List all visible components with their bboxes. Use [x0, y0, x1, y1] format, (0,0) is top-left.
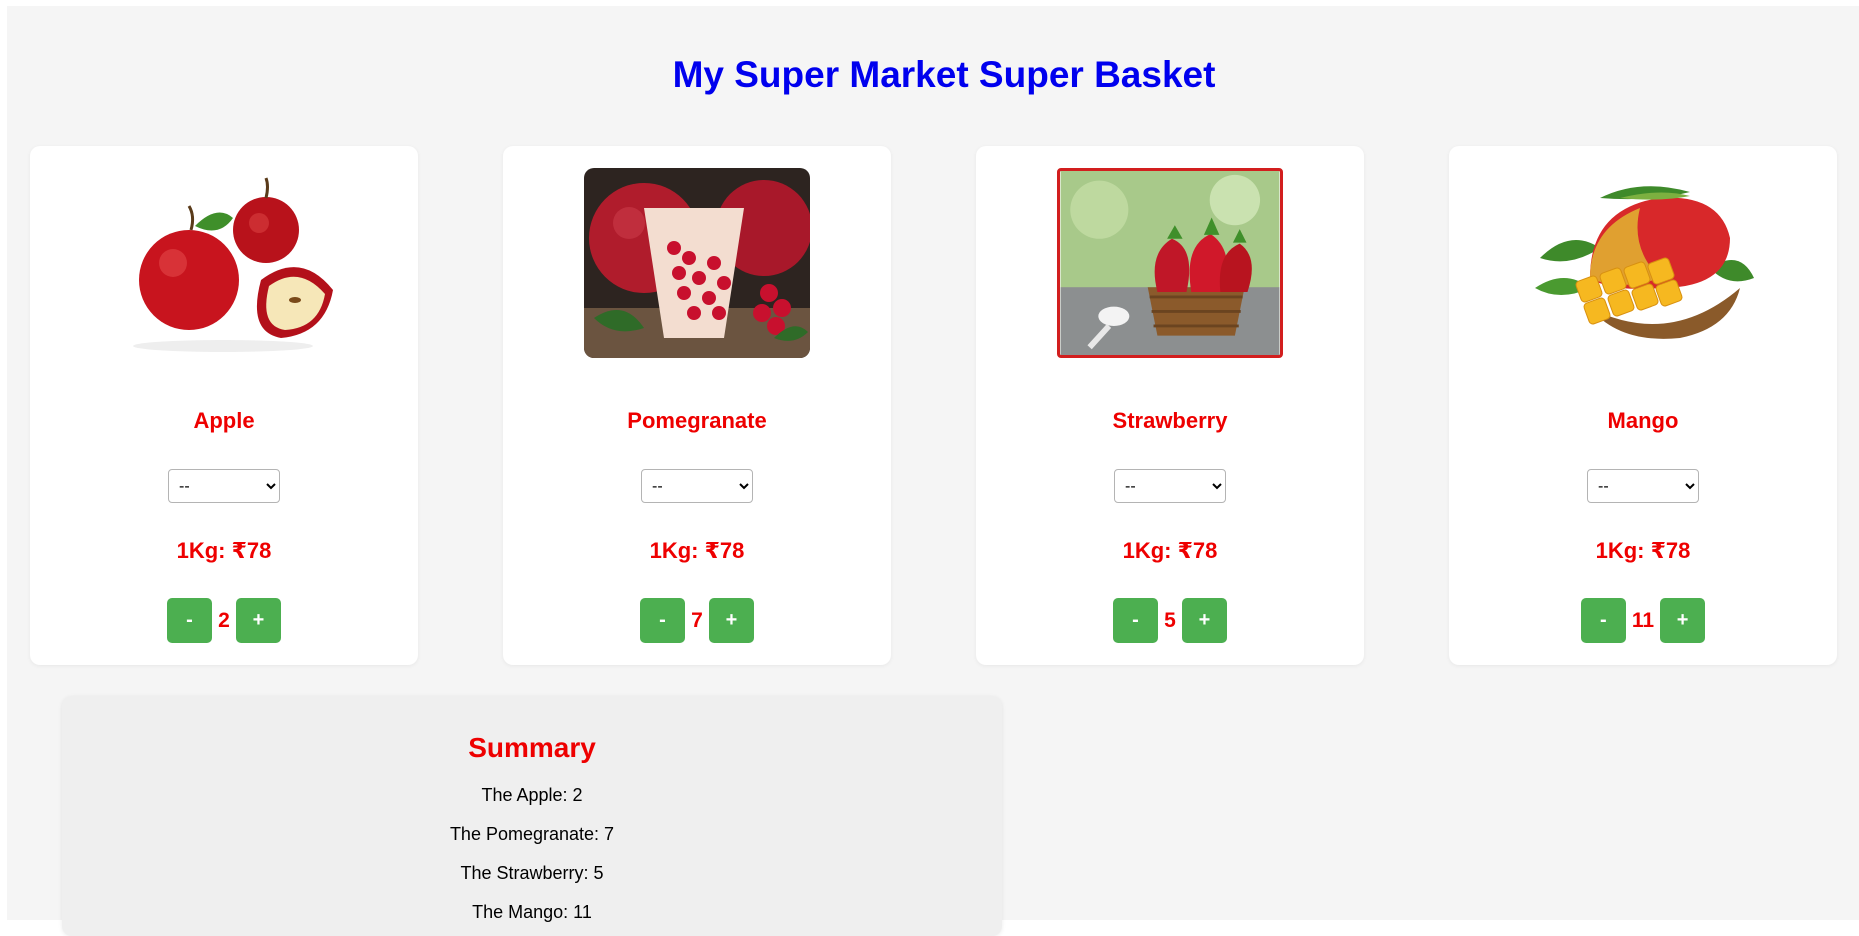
- weight-select[interactable]: --: [1587, 469, 1699, 503]
- quantity-stepper: - 2 +: [30, 598, 418, 643]
- summary-line: The Strawberry: 5: [460, 863, 604, 883]
- decrement-button[interactable]: -: [1113, 598, 1158, 643]
- page-background: My Super Market Super Basket Apple -- 1K…: [7, 6, 1859, 936]
- quantity-value: 7: [691, 608, 703, 632]
- summary-line: The Apple: 2: [481, 785, 583, 805]
- increment-button[interactable]: +: [1660, 598, 1706, 643]
- increment-button[interactable]: +: [236, 598, 281, 643]
- pomegranate-image: [584, 168, 810, 358]
- product-name: Pomegranate: [627, 408, 767, 433]
- product-price: 1Kg: ₹78: [176, 538, 272, 563]
- product-card-mango: Mango -- 1Kg: ₹78 - 11 +: [1449, 146, 1837, 665]
- product-card-apple: Apple -- 1Kg: ₹78 - 2 +: [30, 146, 418, 665]
- quantity-stepper: - 11 +: [1449, 598, 1837, 643]
- strawberry-image: [1057, 168, 1283, 358]
- apple-image: [111, 168, 337, 358]
- quantity-stepper: - 5 +: [976, 598, 1364, 643]
- decrement-button[interactable]: -: [640, 598, 685, 643]
- weight-select[interactable]: --: [1114, 469, 1226, 503]
- product-price: 1Kg: ₹78: [1595, 538, 1691, 563]
- summary-heading: Summary: [468, 732, 596, 763]
- weight-select[interactable]: --: [641, 469, 753, 503]
- quantity-stepper: - 7 +: [503, 598, 891, 643]
- product-name: Apple: [193, 408, 255, 433]
- page-title: My Super Market Super Basket: [672, 54, 1216, 95]
- mango-image: [1530, 168, 1756, 358]
- increment-button[interactable]: +: [709, 598, 754, 643]
- quantity-value: 5: [1164, 608, 1176, 632]
- product-card-strawberry: Strawberry -- 1Kg: ₹78 - 5 +: [976, 146, 1364, 665]
- decrement-button[interactable]: -: [167, 598, 212, 643]
- summary-panel: Summary The Apple: 2 The Pomegranate: 7 …: [62, 696, 1002, 936]
- weight-select[interactable]: --: [168, 469, 280, 503]
- product-name: Strawberry: [1112, 408, 1228, 433]
- product-price: 1Kg: ₹78: [649, 538, 745, 563]
- product-card-pomegranate: Pomegranate -- 1Kg: ₹78 - 7 +: [503, 146, 891, 665]
- product-name: Mango: [1607, 408, 1679, 433]
- quantity-value: 2: [218, 608, 230, 632]
- summary-line: The Pomegranate: 7: [449, 824, 615, 844]
- increment-button[interactable]: +: [1182, 598, 1227, 643]
- decrement-button[interactable]: -: [1580, 598, 1626, 643]
- quantity-value: 11: [1631, 608, 1655, 632]
- product-price: 1Kg: ₹78: [1122, 538, 1218, 563]
